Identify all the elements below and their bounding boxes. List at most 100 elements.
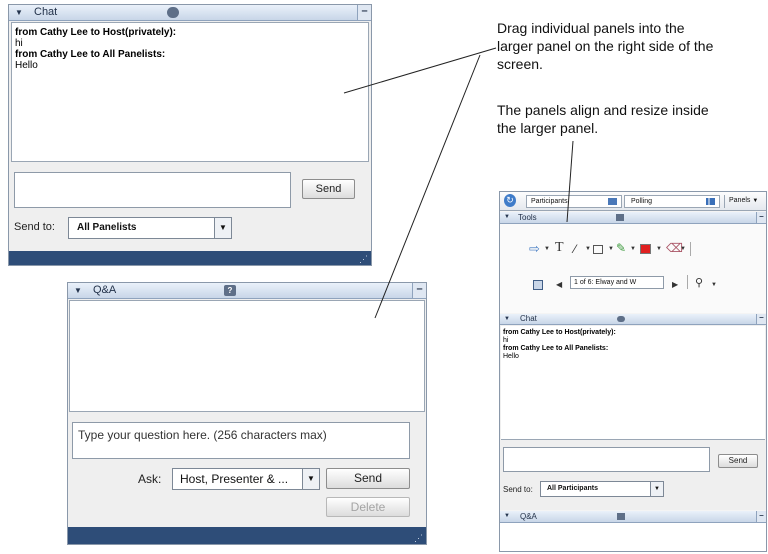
question-input[interactable]: Type your question here. (256 characters… [72,422,410,459]
previous-page-icon[interactable]: ◀ [556,278,562,292]
annotation-drag: Drag individual panels into the larger p… [497,19,713,73]
panels-label: Panels [729,197,751,204]
participants-tab[interactable]: Participants [526,195,622,208]
chevron-down-icon[interactable]: ▼ [711,278,717,292]
chat-bubble-icon [617,316,625,322]
zoom-icon[interactable]: ⚲ [695,276,703,290]
minimize-button[interactable]: – [756,314,766,324]
chevron-down-icon[interactable]: ▼ [656,242,662,256]
docked-send-to-value: All Participants [547,485,598,492]
panels-menu-button[interactable]: Panels ▼ [724,195,765,208]
tools-icon [616,214,624,221]
highlighter-icon[interactable]: ✎ [616,241,626,255]
docked-send-to-label: Send to: [503,485,533,494]
rectangle-tool-icon[interactable] [593,245,603,254]
text-tool-icon[interactable]: T [555,241,564,255]
chevron-down-icon[interactable]: ▼ [544,242,550,256]
collapse-arrow-icon[interactable]: ▼ [504,511,510,522]
resize-grip-icon[interactable]: ⋰ [414,534,423,543]
page-select-value: 1 of 6: Elway and W [574,279,637,286]
toolbar-divider [690,242,691,256]
docked-chat-titlebar[interactable]: ▼ Chat – [500,314,766,325]
tools-title: Tools [518,213,537,222]
bar-chart-icon [706,198,715,205]
minimize-button[interactable]: – [412,283,426,298]
pointer-line-to-qa [374,54,481,319]
chevron-down-icon[interactable]: ▼ [214,218,231,238]
pointer-icon[interactable]: ⇨ [529,242,540,256]
collapse-arrow-icon[interactable]: ▼ [504,212,510,223]
docked-chat-title: Chat [520,314,537,323]
annotation-line: larger panel on the right side of the [497,38,714,54]
send-to-dropdown[interactable]: All Panelists ▼ [68,217,232,239]
participants-label: Participants [531,198,568,205]
annotation-line: The panels align and resize inside [497,102,709,118]
collapse-arrow-icon[interactable]: ▼ [504,314,510,324]
send-question-button[interactable]: Send [326,468,410,489]
minimize-button[interactable]: – [357,5,371,20]
collapse-arrow-icon[interactable]: ▼ [74,283,82,298]
help-icon [617,513,625,520]
docked-send-button[interactable]: Send [718,454,758,468]
annotation-line: screen. [497,56,543,72]
qa-titlebar[interactable]: ▼ Q&A ? – [68,283,426,299]
color-picker-icon[interactable] [640,244,651,254]
send-to-value: All Panelists [77,222,137,233]
message-sender: from Cathy Lee to Host(privately): [503,329,616,336]
chevron-down-icon: ▼ [752,198,759,204]
message-text: Hello [503,353,519,360]
ask-dropdown[interactable]: Host, Presenter & ... ▼ [172,468,320,490]
chat-message-area: from Cathy Lee to Host(privately): hi fr… [11,22,369,162]
chat-titlebar[interactable]: ▼ Chat – [9,5,371,21]
resize-grip-icon[interactable]: ⋰ [359,255,368,264]
panel-footer: ⋰ [68,527,426,544]
participants-icon [608,198,617,205]
chevron-down-icon[interactable]: ▼ [630,242,636,256]
docked-send-to-dropdown[interactable]: All Participants ▼ [540,481,664,497]
docked-chat-panel: ▼ Chat – from Cathy Lee to Host(privatel… [500,314,766,510]
annotation-line: Drag individual panels into the [497,20,685,36]
message-text: Hello [15,60,38,71]
page-select[interactable]: 1 of 6: Elway and W [570,276,664,289]
docked-chat-input[interactable] [503,447,710,472]
send-to-label: Send to: [14,221,55,233]
panel-footer: ⋰ [9,251,371,265]
chat-bubble-icon [167,7,179,18]
ask-label: Ask: [138,472,162,486]
polling-tab[interactable]: Polling [624,195,720,208]
question-placeholder: Type your question here. (256 characters… [78,428,327,442]
minimize-button[interactable]: – [756,511,766,522]
line-tool-icon[interactable]: ⁄ [574,242,576,256]
chevron-down-icon[interactable]: ▼ [585,242,591,256]
message-sender: from Cathy Lee to All Panelists: [15,49,166,60]
send-button[interactable]: Send [302,179,355,199]
docked-qa-title: Q&A [520,512,537,521]
refresh-icon[interactable]: ↻ [504,194,516,207]
help-icon: ? [224,285,236,296]
docked-panels-window: ↻ Participants Polling Panels ▼ ▼ Tools … [499,191,767,552]
message-sender: from Cathy Lee to All Panelists: [503,345,609,352]
qa-title: Q&A [93,284,117,296]
chevron-down-icon[interactable]: ▼ [302,469,319,489]
message-text: hi [503,337,509,344]
qa-panel: ▼ Q&A ? – Type your question here. (256 … [67,282,427,545]
tools-panel: ▼ Tools – ⇨ ▼ T ⁄ ▼ ▼ ✎ ▼ ▼ ⌫ ▼ ◀ 1 of 6… [500,212,766,313]
chevron-down-icon[interactable]: ▼ [680,242,686,256]
chevron-down-icon[interactable]: ▼ [608,242,614,256]
ask-value: Host, Presenter & ... [180,472,289,486]
chat-title: Chat [34,6,58,18]
message-text: hi [15,38,23,49]
delete-button[interactable]: Delete [326,497,410,517]
annotation-align: The panels align and resize inside the l… [497,101,709,137]
minimize-button[interactable]: – [756,212,766,223]
docked-chat-message-area: from Cathy Lee to Host(privately): hi fr… [501,326,765,440]
next-page-icon[interactable]: ▶ [672,278,678,292]
chevron-down-icon[interactable]: ▼ [650,482,663,496]
tools-titlebar[interactable]: ▼ Tools – [500,212,766,224]
chat-panel: ▼ Chat – from Cathy Lee to Host(privatel… [8,4,372,266]
chat-message-input[interactable] [14,172,291,208]
qa-question-list [69,300,425,412]
collapse-arrow-icon[interactable]: ▼ [15,5,23,20]
docked-qa-titlebar[interactable]: ▼ Q&A – [500,511,766,523]
save-icon[interactable] [533,280,543,290]
